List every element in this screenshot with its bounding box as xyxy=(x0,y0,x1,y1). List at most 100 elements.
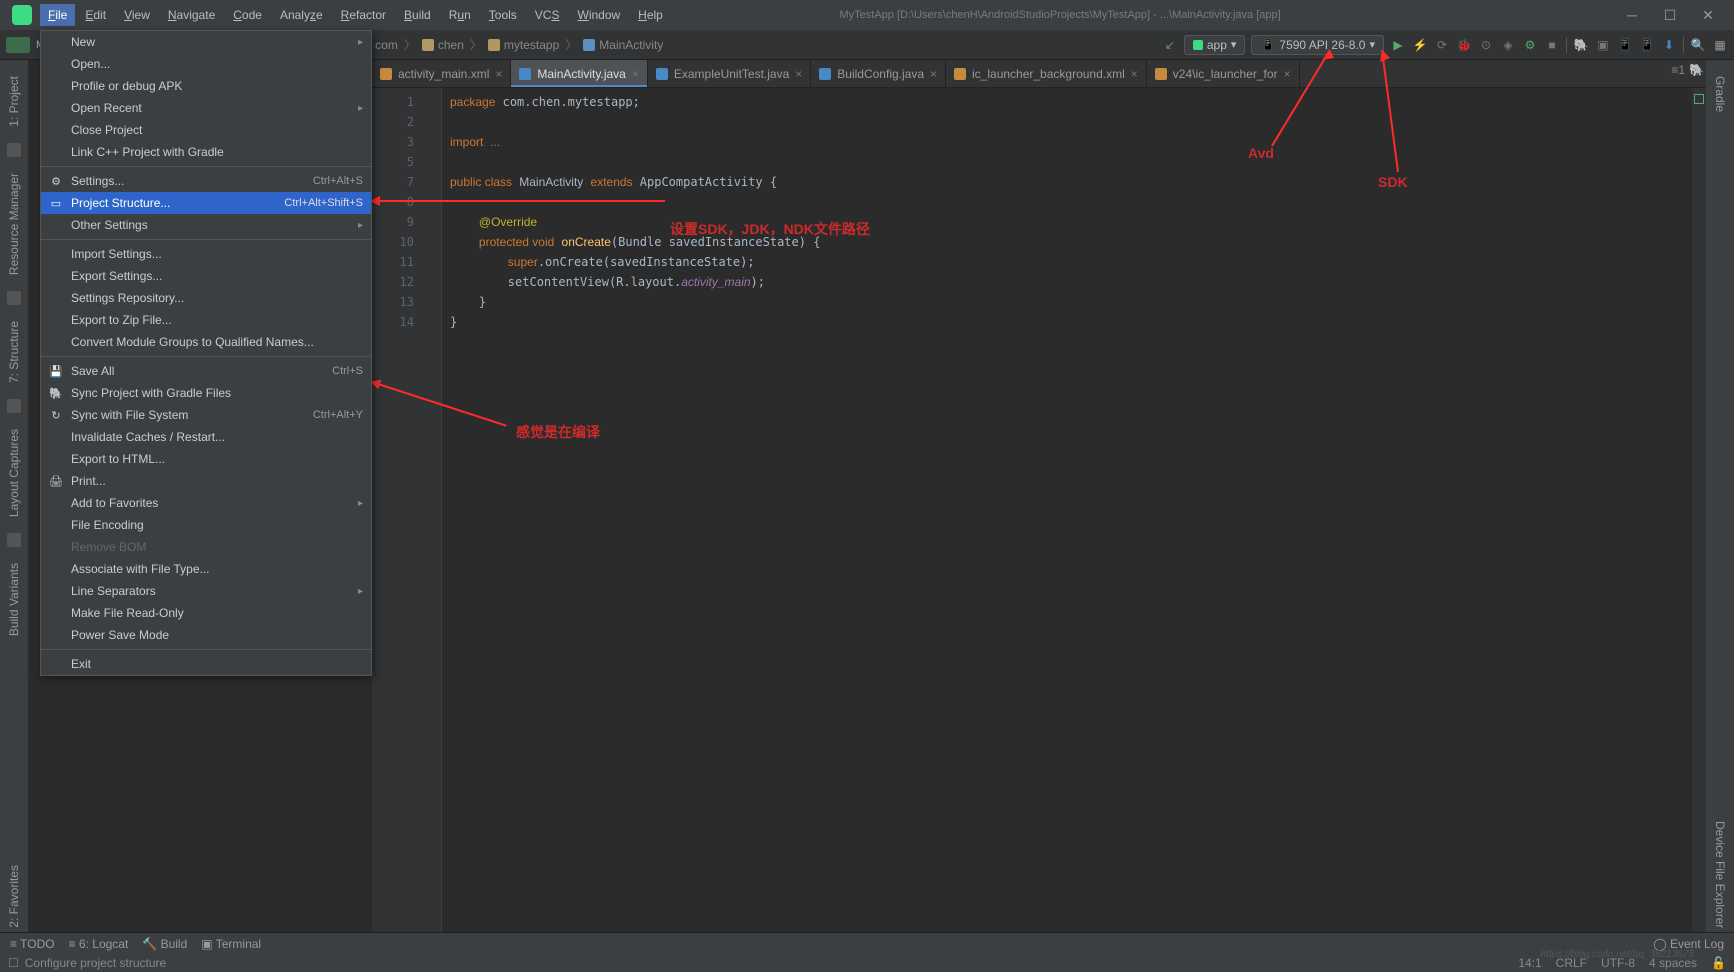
user-icon[interactable]: ▦ xyxy=(1712,37,1728,53)
menu-item-power-save-mode[interactable]: Power Save Mode xyxy=(41,624,371,646)
menu-item-project-structure-[interactable]: ▭Project Structure...Ctrl+Alt+Shift+S xyxy=(41,192,371,214)
search-icon[interactable]: 🔍 xyxy=(1690,37,1706,53)
menu-window[interactable]: Window xyxy=(569,4,628,26)
panel-build-variants[interactable]: Build Variants xyxy=(5,553,23,646)
menu-vcs[interactable]: VCS xyxy=(527,4,568,26)
menu-item-sync-with-file-system[interactable]: ↻Sync with File SystemCtrl+Alt+Y xyxy=(41,404,371,426)
panel-icon[interactable] xyxy=(7,291,21,305)
close-icon[interactable]: × xyxy=(795,67,802,81)
sdk-manager-icon[interactable]: ⬇ xyxy=(1661,37,1677,53)
menu-item-other-settings[interactable]: Other Settings xyxy=(41,214,371,236)
more-icon[interactable]: ⚙ xyxy=(1522,37,1538,53)
panel-icon[interactable] xyxy=(7,533,21,547)
menu-item-import-settings-[interactable]: Import Settings... xyxy=(41,243,371,265)
maximize-button[interactable]: ☐ xyxy=(1656,5,1684,25)
bug-icon[interactable]: 🐞 xyxy=(1456,37,1472,53)
menu-item-make-file-read-only[interactable]: Make File Read-Only xyxy=(41,602,371,624)
build-icon[interactable]: ↙ xyxy=(1162,37,1178,53)
lock-icon[interactable]: 🔓 xyxy=(1711,956,1726,970)
tool-todo[interactable]: ≡ TODO xyxy=(10,937,55,951)
close-icon[interactable]: × xyxy=(1131,67,1138,81)
code-editor[interactable]: 12357891011121314 package com.chen.mytes… xyxy=(372,88,1706,938)
menu-view[interactable]: View xyxy=(116,4,158,26)
menu-item-invalidate-caches-restart-[interactable]: Invalidate Caches / Restart... xyxy=(41,426,371,448)
menu-refactor[interactable]: Refactor xyxy=(333,4,394,26)
menu-item-export-settings-[interactable]: Export Settings... xyxy=(41,265,371,287)
cursor-pos[interactable]: 14:1 xyxy=(1518,956,1541,970)
menu-item-convert-module-groups-to-qualified-names-[interactable]: Convert Module Groups to Qualified Names… xyxy=(41,331,371,353)
error-stripe[interactable] xyxy=(1692,88,1706,938)
gear-icon[interactable]: 🐘 xyxy=(1689,63,1704,77)
close-icon[interactable]: × xyxy=(1284,67,1291,81)
avd-manager-icon[interactable]: 📱 xyxy=(1617,37,1633,53)
tool-build[interactable]: 🔨 Build xyxy=(142,937,187,951)
menu-tools[interactable]: Tools xyxy=(481,4,525,26)
close-icon[interactable]: × xyxy=(632,67,639,81)
tab-activity-main-xml[interactable]: activity_main.xml× xyxy=(372,60,511,87)
close-icon[interactable]: × xyxy=(930,67,937,81)
menu-navigate[interactable]: Navigate xyxy=(160,4,223,26)
code-area[interactable]: package com.chen.mytestapp; import ... p… xyxy=(442,88,1692,938)
menu-item-open-[interactable]: Open... xyxy=(41,53,371,75)
sync-icon[interactable]: 🐘 xyxy=(1573,37,1589,53)
menu-code[interactable]: Code xyxy=(225,4,270,26)
tab-buildconfig-java[interactable]: BuildConfig.java× xyxy=(811,60,946,87)
stop-icon[interactable]: ■ xyxy=(1544,37,1560,53)
attach-icon[interactable]: ◈ xyxy=(1500,37,1516,53)
menu-item-save-all[interactable]: 💾Save AllCtrl+S xyxy=(41,360,371,382)
menu-item-export-to-zip-file-[interactable]: Export to Zip File... xyxy=(41,309,371,331)
menu-analyze[interactable]: Analyze xyxy=(272,4,331,26)
menu-item-export-to-html-[interactable]: Export to HTML... xyxy=(41,448,371,470)
menu-item-line-separators[interactable]: Line Separators xyxy=(41,580,371,602)
menu-item-close-project[interactable]: Close Project xyxy=(41,119,371,141)
menu-item-profile-or-debug-apk[interactable]: Profile or debug APK xyxy=(41,75,371,97)
structure-icon[interactable]: ≡1 xyxy=(1671,63,1685,77)
menu-help[interactable]: Help xyxy=(630,4,671,26)
panel-resource-manager[interactable]: Resource Manager xyxy=(5,163,23,285)
layout-inspector-icon[interactable]: ▣ xyxy=(1595,37,1611,53)
run-button[interactable]: ▶ xyxy=(1390,37,1406,53)
menu-item-remove-bom[interactable]: Remove BOM xyxy=(41,536,371,558)
panel-icon[interactable] xyxy=(7,143,21,157)
tool-terminal[interactable]: ▣ Terminal xyxy=(201,937,261,951)
panel-icon[interactable] xyxy=(7,399,21,413)
menu-item-link-c-project-with-gradle[interactable]: Link C++ Project with Gradle xyxy=(41,141,371,163)
crumb-chen[interactable]: chen xyxy=(418,36,468,54)
profiler-icon[interactable]: ⊙ xyxy=(1478,37,1494,53)
status-icon[interactable]: ☐ xyxy=(8,956,19,970)
menu-item-print-[interactable]: 🖨Print... xyxy=(41,470,371,492)
tool-logcat[interactable]: ≡ 6: Logcat xyxy=(69,937,129,951)
crumb-class[interactable]: MainActivity xyxy=(579,36,667,54)
menu-item-associate-with-file-type-[interactable]: Associate with File Type... xyxy=(41,558,371,580)
menu-build[interactable]: Build xyxy=(396,4,439,26)
device-manager-icon[interactable]: 📱 xyxy=(1639,37,1655,53)
menu-item-settings-repository-[interactable]: Settings Repository... xyxy=(41,287,371,309)
tab-mainactivity-java[interactable]: MainActivity.java× xyxy=(511,60,648,87)
panel-device-file-explorer[interactable]: Device File Explorer xyxy=(1711,811,1729,938)
menu-item-new[interactable]: New xyxy=(41,31,371,53)
panel-project[interactable]: 1: Project xyxy=(5,66,23,137)
device-selector[interactable]: 📱7590 API 26-8.0 ▾ xyxy=(1251,35,1384,55)
close-button[interactable]: ✕ xyxy=(1694,5,1722,25)
menu-item-sync-project-with-gradle-files[interactable]: 🐘Sync Project with Gradle Files xyxy=(41,382,371,404)
tab-v24-ic-launcher-for[interactable]: v24\ic_launcher_for× xyxy=(1147,60,1300,87)
crumb-pkg[interactable]: mytestapp xyxy=(484,36,563,54)
panel-structure[interactable]: 7: Structure xyxy=(5,311,23,393)
close-icon[interactable]: × xyxy=(495,67,502,81)
menu-item-add-to-favorites[interactable]: Add to Favorites xyxy=(41,492,371,514)
panel-gradle[interactable]: Gradle xyxy=(1711,66,1729,122)
menu-item-exit[interactable]: Exit xyxy=(41,653,371,675)
panel-favorites[interactable]: 2: Favorites xyxy=(5,855,23,938)
menu-file[interactable]: FFileile xyxy=(40,4,75,26)
menu-item-open-recent[interactable]: Open Recent xyxy=(41,97,371,119)
debug-button[interactable]: ⟳ xyxy=(1434,37,1450,53)
menu-item-settings-[interactable]: ⚙Settings...Ctrl+Alt+S xyxy=(41,170,371,192)
tab-ic-launcher-background-xml[interactable]: ic_launcher_background.xml× xyxy=(946,60,1147,87)
apply-changes-icon[interactable]: ⚡ xyxy=(1412,37,1428,53)
menu-edit[interactable]: Edit xyxy=(77,4,114,26)
menu-item-file-encoding[interactable]: File Encoding xyxy=(41,514,371,536)
tab-exampleunittest-java[interactable]: ExampleUnitTest.java× xyxy=(648,60,811,87)
panel-layout-captures[interactable]: Layout Captures xyxy=(5,419,23,527)
run-config-selector[interactable]: app ▾ xyxy=(1184,35,1246,55)
menu-run[interactable]: Run xyxy=(441,4,479,26)
